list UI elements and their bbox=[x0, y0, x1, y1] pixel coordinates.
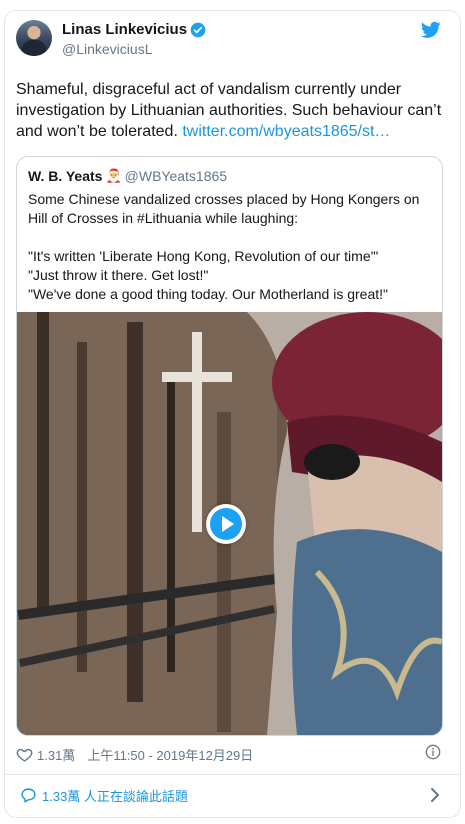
quoted-text: Some Chinese vandalized crosses placed b… bbox=[28, 191, 420, 302]
tweet-link[interactable]: twitter.com/wbyeats1865/st… bbox=[182, 123, 390, 140]
divider bbox=[4, 774, 461, 775]
tweet-header: Linas Linkevicius @LinkeviciusL bbox=[16, 20, 441, 60]
replies-text[interactable]: 1.33萬 人正在談論此話題 bbox=[42, 786, 188, 805]
author-handle[interactable]: @LinkeviciusL bbox=[62, 41, 152, 57]
author-name-row: Linas Linkevicius bbox=[62, 21, 206, 38]
avatar[interactable] bbox=[16, 20, 52, 56]
video-thumbnail[interactable] bbox=[17, 312, 442, 735]
replies-link[interactable]: 1.33萬 人正在談論此話題 bbox=[20, 785, 441, 805]
twitter-bird-icon[interactable] bbox=[421, 21, 441, 39]
quoted-tweet[interactable]: W. B. Yeats 🎅 @WBYeats1865 Some Chinese … bbox=[16, 156, 443, 736]
tweet-text: Shameful, disgraceful act of vandalism c… bbox=[16, 79, 448, 142]
info-icon[interactable] bbox=[425, 744, 441, 760]
quoted-author-name: W. B. Yeats bbox=[28, 168, 103, 184]
verified-badge-icon bbox=[190, 22, 206, 37]
santa-emoji: 🎅 bbox=[105, 168, 122, 183]
chevron-right-icon[interactable] bbox=[429, 788, 441, 802]
heart-icon[interactable] bbox=[16, 746, 33, 763]
quoted-header: W. B. Yeats 🎅 @WBYeats1865 bbox=[28, 168, 227, 184]
tweet-meta: 1.31萬 上午11:50 - 2019年12月29日 bbox=[16, 744, 441, 764]
quoted-author-handle: @WBYeats1865 bbox=[124, 168, 228, 184]
speech-bubble-icon bbox=[21, 787, 36, 803]
author-name[interactable]: Linas Linkevicius bbox=[62, 21, 187, 38]
play-icon[interactable] bbox=[206, 504, 246, 544]
timestamp[interactable]: 上午11:50 - 2019年12月29日 bbox=[87, 745, 253, 764]
like-count[interactable]: 1.31萬 bbox=[37, 745, 75, 764]
